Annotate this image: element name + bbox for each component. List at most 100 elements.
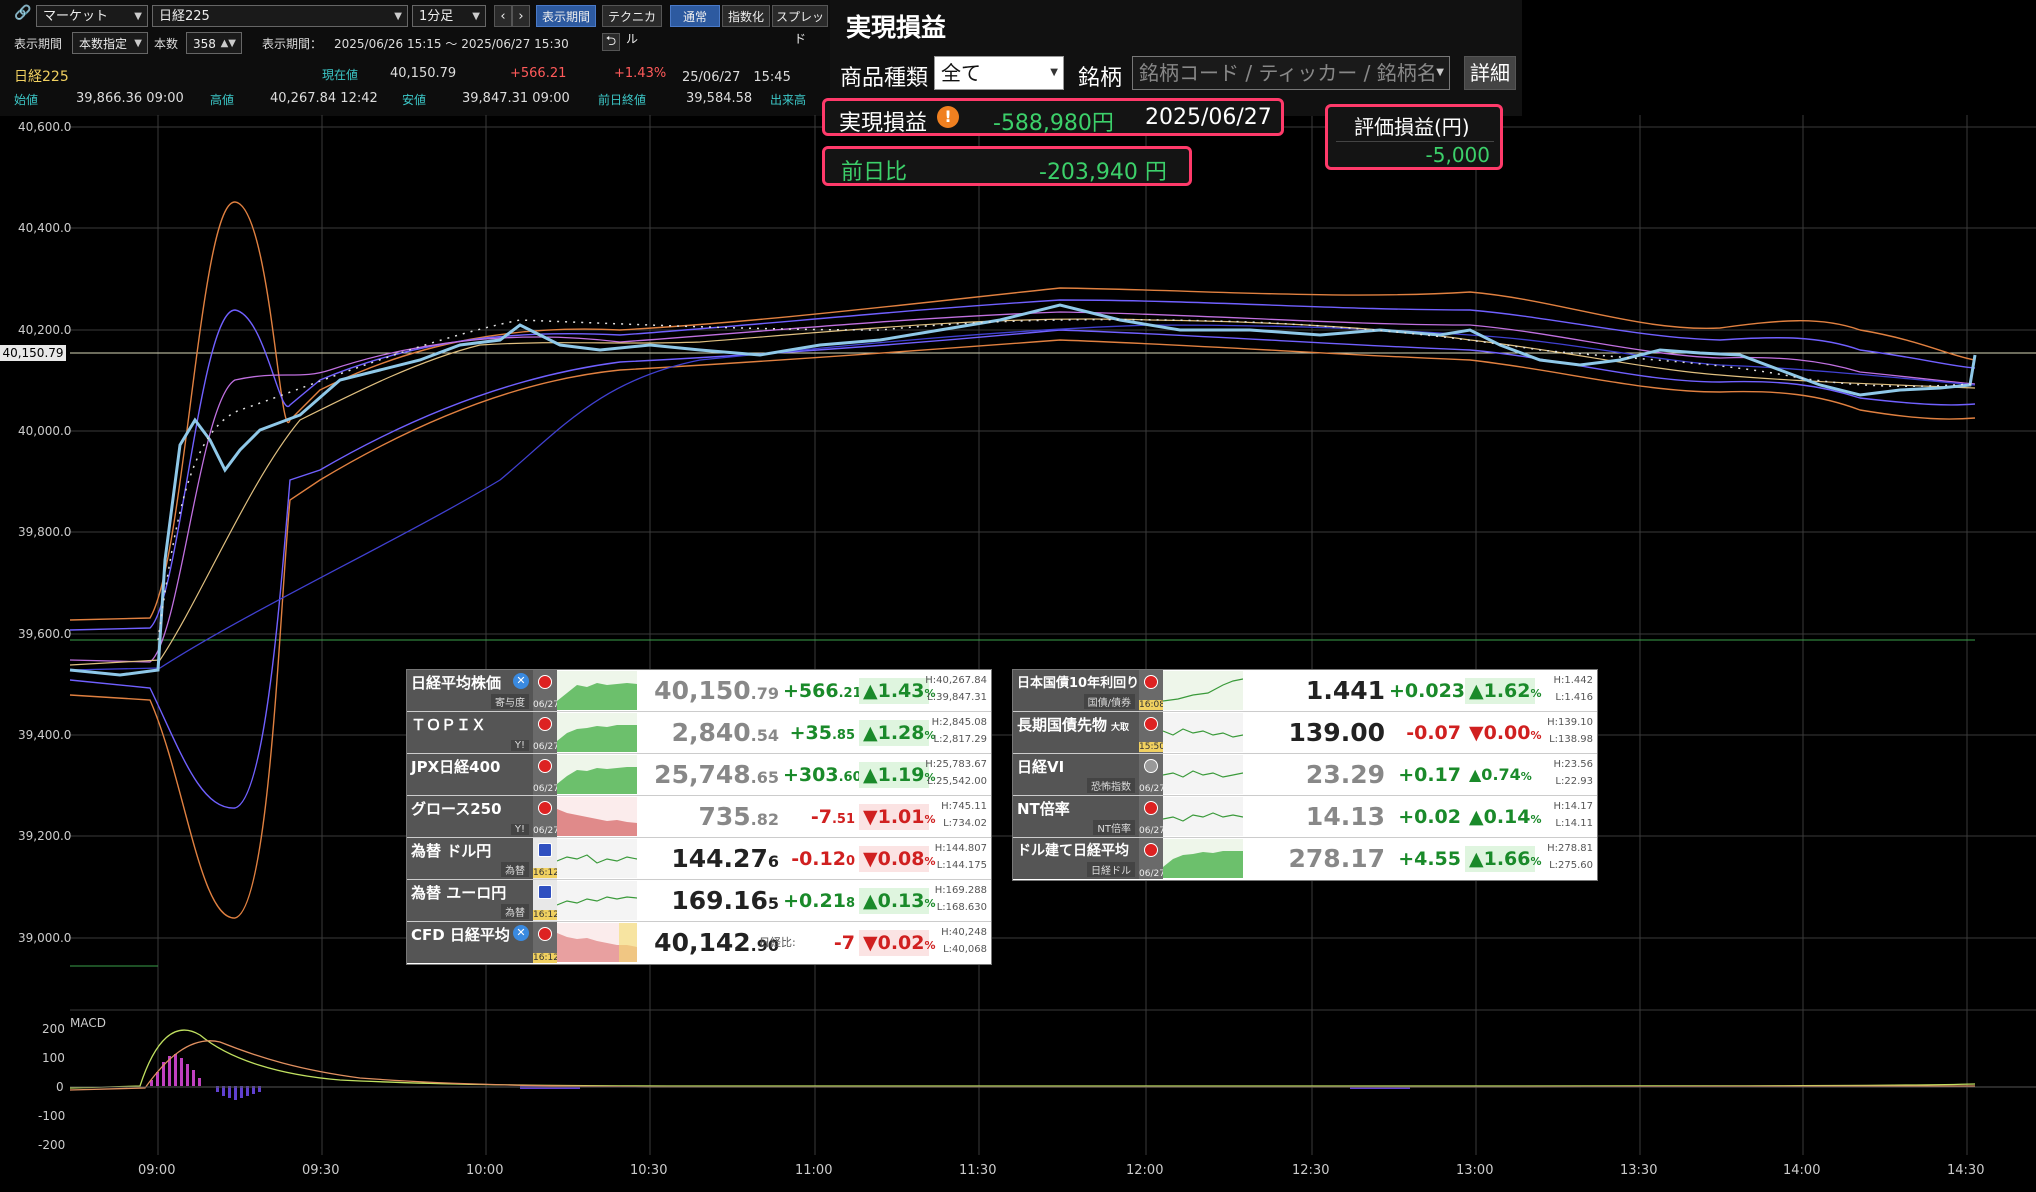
row-change: +4.55: [1398, 848, 1461, 870]
period-mode-select[interactable]: 本数指定 ▼: [72, 32, 148, 54]
spread-button[interactable]: スプレッド: [772, 5, 828, 46]
row-low: L:138.98: [1549, 734, 1593, 745]
prev-button[interactable]: ‹: [494, 5, 512, 27]
row-high: H:745.11: [941, 801, 987, 812]
row-sub[interactable]: 為替: [501, 904, 529, 919]
row-sub[interactable]: 日経ドル: [1087, 862, 1135, 877]
symbol-select[interactable]: 日経225 ▼: [152, 5, 408, 27]
product-type-select[interactable]: 全て ▼: [934, 56, 1064, 90]
macd-axis-label: -100: [38, 1109, 66, 1123]
next-button[interactable]: ›: [512, 5, 530, 27]
close-icon[interactable]: ✕: [513, 925, 529, 941]
chevron-down-icon: ▼: [134, 38, 142, 49]
table-row[interactable]: 為替 ユーロ円 為替 16:12 169.165 +0.218 ▲0.13% H:…: [407, 880, 991, 922]
row-low: L:39,847.31: [927, 692, 987, 703]
warning-icon[interactable]: !: [937, 106, 959, 128]
row-change: -7: [805, 932, 855, 954]
normal-button[interactable]: 通常: [670, 5, 720, 27]
row-change-label: 日経比:: [759, 936, 796, 949]
row-pct: ▲1.28%: [859, 720, 936, 746]
row-pct: ▲1.62%: [1465, 678, 1542, 704]
quote-change: +566.21: [510, 66, 567, 81]
row-pct-unit: %: [924, 939, 936, 952]
row-name: CFD 日経平均 ✕: [407, 922, 533, 963]
row-pct: ▼0.08%: [859, 846, 936, 872]
row-sub[interactable]: Y!: [510, 740, 529, 751]
row-high: H:25,783.67: [925, 759, 987, 770]
row-change: -0.120: [783, 848, 855, 870]
count-value: 358: [193, 37, 216, 51]
row-price: 1.441: [1305, 676, 1385, 705]
row-change: +35.85: [783, 722, 855, 744]
market-select[interactable]: マーケット ▼: [36, 5, 148, 27]
row-pct-unit: %: [1520, 770, 1532, 783]
current-label: 現在値: [322, 68, 359, 82]
stepper-icon[interactable]: ▲▼: [221, 33, 236, 55]
index-button[interactable]: 指数化: [722, 5, 770, 27]
table-row[interactable]: ＴＯＰＩＸ Y! 06/27 2,840.54 +35.85 ▲1.28% H:2…: [407, 712, 991, 754]
row-sub[interactable]: Y!: [510, 824, 529, 835]
symbol-select-value: 日経225: [159, 9, 210, 24]
row-pct: ▲1.66%: [1465, 846, 1542, 872]
row-price-dec: .82: [750, 810, 779, 829]
sparkline: [557, 881, 637, 920]
quote-symbol: 日経225: [14, 69, 69, 85]
row-low: L:40,068: [943, 944, 987, 955]
row-change-dec: 0: [845, 854, 855, 869]
y-label: 39,800.0: [18, 525, 72, 539]
quote-time: 25/06/27 15:45: [682, 70, 791, 85]
link-icon[interactable]: 🔗: [14, 5, 31, 21]
table-row[interactable]: ドル建て日経平均 日経ドル 06/27 278.17 +4.55 ▲1.66% H…: [1013, 838, 1597, 880]
detail-button[interactable]: 詳細: [1464, 56, 1516, 90]
table-row[interactable]: CFD 日経平均 ✕ 16:12 40,142.90 日経比: -7 ▼0.02%…: [407, 922, 991, 964]
row-high: H:169.288: [934, 885, 987, 896]
row-high: H:139.10: [1547, 717, 1593, 728]
count-input[interactable]: 358 ▲▼: [186, 32, 242, 54]
reset-button[interactable]: ⮌: [602, 33, 620, 51]
row-pct-main: ▲0.13: [863, 890, 925, 912]
table-row[interactable]: 日本国債10年利回り 国債/債券 16:08 1.441 +0.023 ▲1.62…: [1013, 670, 1597, 712]
row-sub[interactable]: 恐怖指数: [1087, 778, 1135, 793]
row-name-text: グロース250: [411, 800, 502, 818]
market-table-left: 日経平均株価 ✕ 寄与度 06/27 40,150.79 +566.21 ▲1.43…: [406, 669, 992, 965]
table-row[interactable]: グロース250 Y! 06/27 735.82 -7.51 ▼1.01% H:74…: [407, 796, 991, 838]
row-price-dec: 6: [767, 852, 779, 871]
table-row[interactable]: 日経VI 恐怖指数 06/27 23.29 +0.17 ▲0.74% H:23.5…: [1013, 754, 1597, 796]
chart-grid: [70, 115, 2036, 1155]
row-name: 為替 ユーロ円 為替: [407, 880, 533, 921]
close-icon[interactable]: ✕: [513, 673, 529, 689]
technical-button[interactable]: テクニカル: [602, 5, 662, 46]
display-period-button[interactable]: 表示期間: [536, 5, 596, 27]
row-sub[interactable]: 寄与度: [491, 694, 529, 709]
row-price-main: 2,840: [671, 718, 751, 747]
row-name-text: ドル建て日経平均: [1017, 843, 1129, 859]
table-row[interactable]: 日経平均株価 ✕ 寄与度 06/27 40,150.79 +566.21 ▲1.43…: [407, 670, 991, 712]
table-row[interactable]: NT倍率 NT倍率 06/27 14.13 +0.02 ▲0.14% H:14.1…: [1013, 796, 1597, 838]
row-sub[interactable]: 国債/債券: [1083, 694, 1135, 709]
row-pct: ▲1.43%: [859, 678, 936, 704]
row-pct: ▼1.01%: [859, 804, 936, 830]
symbol-search-input[interactable]: 銘柄コード / ティッカー / 銘柄名 ▼: [1132, 56, 1450, 90]
row-name-text: 日本国債10年利回り: [1017, 676, 1140, 691]
row-low: L:14.11: [1555, 818, 1593, 829]
row-sub[interactable]: NT倍率: [1093, 820, 1135, 835]
row-change-dec: .51: [831, 812, 855, 827]
chevron-down-icon: ▼: [1050, 67, 1058, 78]
table-row[interactable]: JPX日経400 06/27 25,748.65 +303.60 ▲1.19% …: [407, 754, 991, 796]
x-label: 13:30: [1620, 1163, 1658, 1178]
table-row[interactable]: 長期国債先物 大取 15:50 139.00 -0.07 ▼0.00% H:139…: [1013, 712, 1597, 754]
interval-select[interactable]: 1分足 ▼: [412, 5, 486, 27]
row-name-text: NT倍率: [1017, 800, 1070, 818]
period-label: 表示期間: [14, 37, 63, 51]
row-high: H:144.807: [934, 843, 987, 854]
y-label: 39,600.0: [18, 627, 72, 641]
row-high: H:40,267.84: [925, 675, 987, 686]
row-sub[interactable]: 為替: [501, 862, 529, 877]
price-chart[interactable]: [0, 110, 2036, 1192]
row-pct-main: ▲1.28: [863, 722, 925, 744]
x-label: 12:30: [1292, 1163, 1330, 1178]
row-change-main: -7: [833, 932, 855, 954]
table-row[interactable]: 為替 ドル円 為替 16:12 144.276 -0.120 ▼0.08% H:1…: [407, 838, 991, 880]
x-label: 09:30: [302, 1163, 340, 1178]
row-change: -0.07: [1406, 722, 1461, 744]
